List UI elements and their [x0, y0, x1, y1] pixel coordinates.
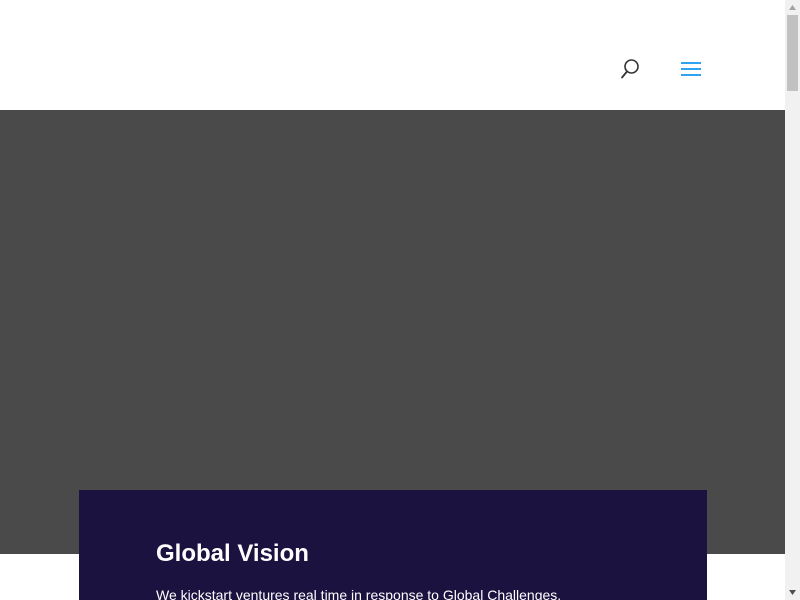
search-icon: [621, 59, 639, 79]
search-button[interactable]: [618, 57, 642, 81]
hero-banner: [0, 110, 785, 554]
feature-description: We kickstart ventures real time in respo…: [156, 587, 562, 600]
arrow-down-icon: [789, 590, 796, 595]
arrow-up-icon: [789, 5, 796, 10]
scroll-up-button[interactable]: [785, 0, 800, 15]
scroll-down-button[interactable]: [785, 585, 800, 600]
scrollbar-thumb[interactable]: [787, 15, 798, 91]
feature-title: Global Vision: [156, 540, 309, 567]
hamburger-menu-icon: [681, 62, 701, 76]
feature-card: Global Vision We kickstart ventures real…: [79, 490, 707, 600]
vertical-scrollbar[interactable]: [785, 0, 800, 600]
page-viewport: Global Vision We kickstart ventures real…: [0, 0, 785, 600]
site-header: [0, 0, 785, 110]
menu-button[interactable]: [679, 57, 703, 81]
